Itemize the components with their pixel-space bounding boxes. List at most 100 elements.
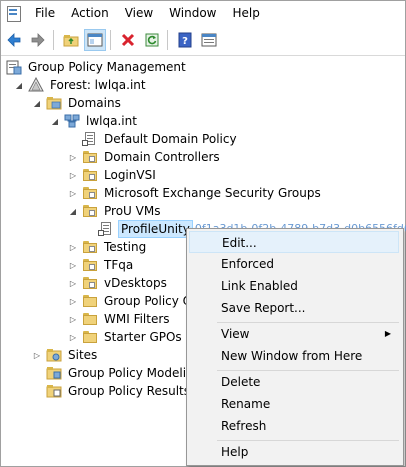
toolbar-separator [53, 30, 54, 50]
properties-icon[interactable] [198, 29, 220, 51]
tree-label-selected: ProfileUnity [118, 220, 193, 238]
tree-item-domain-controllers[interactable]: ▷ Domain Controllers [68, 148, 222, 166]
domains-folder-icon [46, 95, 62, 111]
menu-window[interactable]: Window [161, 2, 224, 24]
expand-arrow-icon[interactable]: ▷ [68, 184, 78, 202]
menu-item-delete[interactable]: Delete [189, 371, 399, 393]
tree-label: TFqa [104, 258, 134, 272]
expand-arrow-icon[interactable]: ▷ [68, 328, 78, 346]
tree-item-prou-vms[interactable]: ◢ ProU VMs [68, 202, 162, 220]
expand-arrow-icon[interactable]: ▷ [68, 148, 78, 166]
refresh-icon[interactable] [141, 29, 163, 51]
gpo-link-icon [98, 221, 114, 237]
forest-icon [28, 76, 44, 93]
tree-item-testing[interactable]: ▷ Testing [68, 238, 148, 256]
menu-item-new-window[interactable]: New Window from Here [189, 345, 399, 367]
menu-item-save-report[interactable]: Save Report... [189, 297, 399, 319]
menu-item-edit[interactable]: Edit... [189, 231, 399, 253]
tree-item-forest[interactable]: ◢ Forest: lwlqa.int [14, 76, 148, 94]
tree-item-starter-gpos[interactable]: ▷ Starter GPOs [68, 328, 184, 346]
tree-item-vdesktops[interactable]: ▷ vDesktops [68, 274, 169, 292]
toolbar-separator [167, 30, 168, 50]
wmi-folder-icon [82, 311, 98, 327]
show-hide-tree-icon[interactable] [84, 29, 106, 51]
ou-folder-icon [82, 185, 98, 201]
tree-label: ProU VMs [104, 204, 161, 218]
tree-item-gp-results[interactable]: Group Policy Results [42, 382, 192, 400]
tree-item-domains[interactable]: ◢ Domains [32, 94, 123, 112]
menu-item-refresh[interactable]: Refresh [189, 415, 399, 437]
gpo-folder-icon [82, 293, 98, 309]
tree-label: Group Policy O [104, 294, 193, 308]
tree-item-sites[interactable]: ▷ Sites [32, 346, 99, 364]
tree-item-loginvsi[interactable]: ▷ LoginVSI [68, 166, 158, 184]
collapse-arrow-icon[interactable]: ◢ [14, 76, 24, 94]
gpo-link-icon [82, 131, 98, 147]
ou-folder-icon [82, 239, 98, 255]
modeling-icon [46, 365, 62, 381]
starter-folder-icon [82, 329, 98, 345]
menu-item-view-label: View [221, 327, 250, 341]
tree-label: Forest: lwlqa.int [50, 78, 146, 92]
tree-label: Starter GPOs [104, 330, 182, 344]
help-icon[interactable]: ? [174, 29, 196, 51]
menu-file[interactable]: File [27, 2, 63, 24]
collapse-arrow-icon[interactable]: ◢ [32, 94, 42, 112]
tree-label: Group Policy Management [28, 60, 186, 74]
tree-label: Default Domain Policy [104, 132, 237, 146]
collapse-arrow-icon[interactable]: ◢ [50, 112, 60, 130]
tree-label: Testing [104, 240, 147, 254]
menu-item-enforced[interactable]: Enforced [189, 253, 399, 275]
gpmc-icon [6, 59, 22, 75]
tree-item-group-policy-objects[interactable]: ▷ Group Policy O [68, 292, 194, 310]
tree-item-tfqa[interactable]: ▷ TFqa [68, 256, 135, 274]
expand-arrow-icon[interactable]: ▷ [68, 256, 78, 274]
menu-item-link-enabled[interactable]: Link Enabled [189, 275, 399, 297]
ou-folder-icon [82, 167, 98, 183]
domain-icon [64, 113, 80, 129]
tree-label: Domain Controllers [104, 150, 220, 164]
toolbar: ? [1, 25, 405, 56]
svg-text:?: ? [182, 36, 188, 47]
tree-item-domain[interactable]: ◢ lwlqa.int [50, 112, 139, 130]
menu-view[interactable]: View [117, 2, 161, 24]
menu-item-help[interactable]: Help [189, 441, 399, 463]
tree-label: Domains [68, 96, 121, 110]
tree-label: LoginVSI [104, 168, 156, 182]
collapse-arrow-icon[interactable]: ◢ [68, 202, 78, 220]
tree-item-wmi-filters[interactable]: ▷ WMI Filters [68, 310, 172, 328]
tree-label: Sites [68, 348, 98, 362]
menu-item-rename[interactable]: Rename [189, 393, 399, 415]
menu-item-view[interactable]: View ▶ [189, 323, 399, 345]
delete-icon[interactable] [117, 29, 139, 51]
forward-icon[interactable] [27, 29, 49, 51]
tree-label: Group Policy Modeling [68, 366, 202, 380]
tree-label: vDesktops [104, 276, 167, 290]
app-icon[interactable] [5, 5, 21, 22]
ou-folder-icon [82, 203, 98, 219]
context-menu: Edit... Enforced Link Enabled Save Repor… [186, 228, 404, 466]
expand-arrow-icon[interactable]: ▷ [68, 274, 78, 292]
back-icon[interactable] [3, 29, 25, 51]
expand-arrow-icon[interactable]: ▷ [32, 346, 42, 364]
tree-label: WMI Filters [104, 312, 170, 326]
ou-folder-icon [82, 257, 98, 273]
menu-help[interactable]: Help [225, 2, 268, 24]
expand-arrow-icon[interactable]: ▷ [68, 292, 78, 310]
tree-item-exchange-security-groups[interactable]: ▷ Microsoft Exchange Security Groups [68, 184, 323, 202]
expand-arrow-icon[interactable]: ▷ [68, 310, 78, 328]
up-folder-icon[interactable] [60, 29, 82, 51]
toolbar-separator [110, 30, 111, 50]
window: File Action View Window Help ? Group Pol… [0, 0, 406, 467]
tree-item-root[interactable]: Group Policy Management [4, 58, 188, 76]
ou-folder-icon [82, 149, 98, 165]
sites-icon [46, 347, 62, 363]
expand-arrow-icon[interactable]: ▷ [68, 238, 78, 256]
tree-label: Microsoft Exchange Security Groups [104, 186, 321, 200]
results-icon [46, 383, 62, 399]
menu-action[interactable]: Action [63, 2, 117, 24]
expand-arrow-icon[interactable]: ▷ [68, 166, 78, 184]
submenu-arrow-icon: ▶ [384, 329, 391, 338]
tree-item-default-domain-policy[interactable]: Default Domain Policy [78, 130, 239, 148]
tree-item-gp-modeling[interactable]: Group Policy Modeling [42, 364, 203, 382]
